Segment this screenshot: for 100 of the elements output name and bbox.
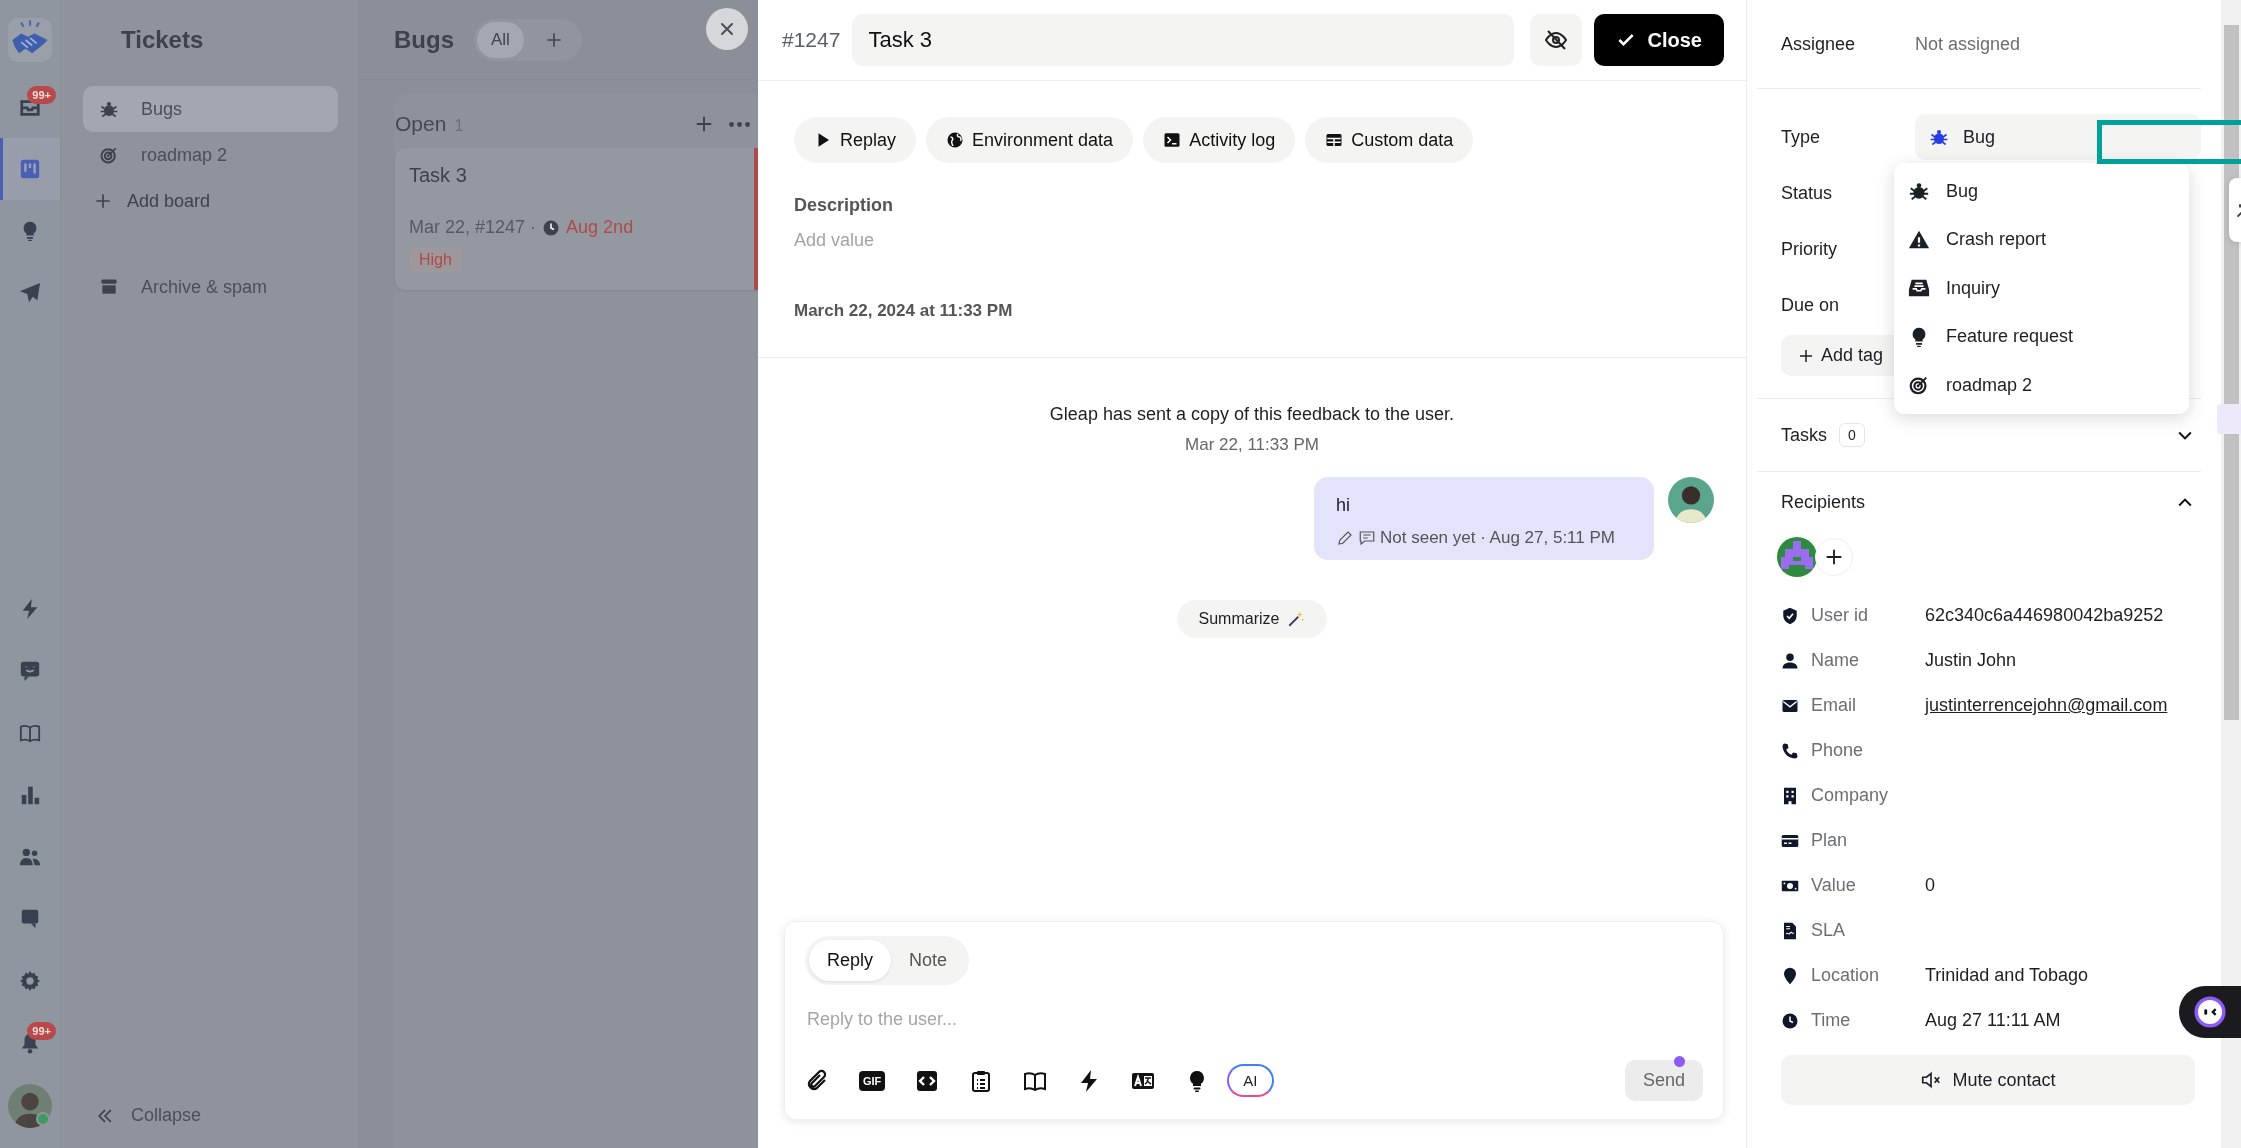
menu-item[interactable]: Inquiry bbox=[1894, 264, 2189, 313]
attribute-label: Name bbox=[1811, 650, 1859, 671]
action-button[interactable]: Activity log bbox=[1143, 117, 1296, 163]
globe-icon bbox=[946, 131, 965, 149]
agent-avatar bbox=[1668, 477, 1714, 523]
notification-badge: 99+ bbox=[27, 86, 56, 104]
add-recipient-button[interactable] bbox=[1815, 538, 1853, 576]
hide-button[interactable] bbox=[1529, 14, 1582, 66]
title-field[interactable]: Task 3 bbox=[852, 14, 1514, 66]
clock-icon bbox=[542, 218, 561, 237]
ticket-card[interactable]: Task 3 Mar 22, #1247 · Aug 2nd High bbox=[395, 148, 758, 290]
email-link[interactable]: justinterrencejohn@gmail.com bbox=[1925, 693, 2175, 718]
bug-icon bbox=[1908, 180, 1930, 203]
people-icon bbox=[19, 846, 41, 868]
attribute-value: Justin John bbox=[1925, 650, 2018, 671]
composer-tab[interactable]: Note bbox=[891, 940, 966, 981]
close-button[interactable]: Close bbox=[1593, 14, 1724, 66]
board-title: Bugs bbox=[394, 25, 454, 54]
summarize-button[interactable]: Summarize bbox=[1176, 600, 1328, 638]
created-date: March 22, 2024 at 11:33 PM bbox=[794, 301, 1014, 321]
field-label: Assignee bbox=[1781, 33, 1857, 55]
card-meta: Mar 22, #1247 · bbox=[409, 217, 537, 238]
field-label: Priority bbox=[1781, 238, 1838, 260]
more-icon bbox=[729, 121, 750, 127]
shield-icon bbox=[1781, 606, 1799, 625]
recipient-avatar bbox=[1777, 537, 1817, 577]
target-icon bbox=[99, 145, 119, 165]
sidebar-title: Tickets bbox=[121, 26, 205, 54]
terminal-icon bbox=[1163, 131, 1182, 149]
section-title: Tasks bbox=[1781, 424, 1827, 446]
message-status: Not seen yet · Aug 27, 5:11 PM bbox=[1380, 528, 1615, 548]
attribute-label: SLA bbox=[1811, 920, 1846, 941]
chat-icon bbox=[19, 660, 41, 682]
toolbar-button[interactable] bbox=[805, 1068, 829, 1093]
nav-item[interactable]: 99+ bbox=[0, 1012, 60, 1074]
nav-item[interactable] bbox=[0, 138, 60, 200]
priority-tag: High bbox=[409, 248, 462, 272]
bar-chart-icon bbox=[19, 784, 41, 806]
attribute-value: Trinidad and Tobago bbox=[1925, 965, 2090, 986]
muted-speaker-icon bbox=[1920, 1069, 1943, 1091]
attribute-value: 0 bbox=[1925, 875, 1936, 896]
due-date: Aug 2nd bbox=[566, 217, 634, 238]
description-label: Description bbox=[794, 195, 895, 216]
attribute-label: Company bbox=[1811, 785, 1889, 806]
toolbar-button[interactable] bbox=[915, 1068, 940, 1093]
action-button[interactable]: Replay bbox=[794, 117, 917, 163]
attribute-label: Value bbox=[1811, 875, 1856, 896]
user-avatar[interactable] bbox=[8, 1084, 52, 1128]
person-icon bbox=[1781, 651, 1799, 670]
pencil-icon bbox=[1336, 529, 1354, 547]
attribute-label: Email bbox=[1811, 695, 1856, 716]
assignee-value[interactable]: Not assigned bbox=[1915, 33, 2021, 55]
ticket-number: #1247 bbox=[782, 28, 841, 52]
comment-icon bbox=[1358, 529, 1376, 547]
attribute-label: Time bbox=[1811, 1010, 1851, 1031]
board-icon bbox=[19, 158, 41, 180]
filter-tab[interactable]: All bbox=[477, 21, 524, 58]
column-title: Open bbox=[395, 112, 447, 136]
code-icon bbox=[915, 1068, 940, 1093]
status-dot bbox=[36, 1112, 50, 1126]
attribute-label: Location bbox=[1811, 965, 1880, 986]
menu-item[interactable]: Bug bbox=[1894, 167, 2189, 216]
more-button[interactable] bbox=[729, 121, 750, 127]
building-icon bbox=[1781, 786, 1799, 805]
action-button[interactable]: Environment data bbox=[926, 117, 1134, 163]
settings-icon bbox=[19, 970, 41, 992]
composer-tab[interactable]: Reply bbox=[809, 940, 892, 981]
action-button[interactable]: Custom data bbox=[1305, 117, 1474, 163]
nav-item[interactable]: 99+ bbox=[0, 76, 60, 138]
bug-icon bbox=[1929, 127, 1949, 147]
bot-icon bbox=[2193, 995, 2227, 1029]
attribute-value: 62c340c6a446980042ba9252 bbox=[1925, 605, 2165, 626]
handshake-logo bbox=[8, 18, 52, 62]
field-label: Type bbox=[1781, 126, 1822, 148]
bug-icon bbox=[99, 99, 119, 119]
mute-contact-button[interactable]: Mute contact bbox=[1781, 1055, 2195, 1105]
phone-icon bbox=[1781, 741, 1799, 760]
attribute-label: User id bbox=[1811, 605, 1868, 626]
send-button[interactable]: Send bbox=[1624, 1060, 1703, 1101]
magic-wand-icon bbox=[1287, 610, 1306, 628]
archive-icon bbox=[99, 277, 119, 297]
clock-icon bbox=[1781, 1011, 1799, 1030]
notification-badge: 99+ bbox=[27, 1022, 56, 1040]
location-pin-icon bbox=[1781, 966, 1799, 985]
task-count: 0 bbox=[1839, 423, 1865, 447]
field-label: Due on bbox=[1781, 294, 1841, 316]
system-message: Gleap has sent a copy of this feedback to the user. bbox=[1049, 404, 1455, 425]
plus-icon bbox=[93, 191, 113, 211]
book-icon bbox=[19, 722, 41, 744]
document-icon bbox=[1781, 921, 1799, 940]
gif-button[interactable]: GIF bbox=[859, 1070, 886, 1091]
card-title: Task 3 bbox=[409, 164, 468, 187]
chat-launcher-button[interactable] bbox=[2179, 986, 2241, 1038]
paper-plane-icon bbox=[19, 282, 41, 304]
section-title: Recipients bbox=[1781, 492, 1866, 513]
type-select[interactable]: Bug bbox=[1915, 114, 2201, 160]
menu-item[interactable]: Crash report bbox=[1894, 215, 2189, 264]
ai-button[interactable]: AI bbox=[1227, 1064, 1274, 1097]
paperclip-icon bbox=[805, 1068, 829, 1093]
message-icon bbox=[19, 908, 41, 930]
